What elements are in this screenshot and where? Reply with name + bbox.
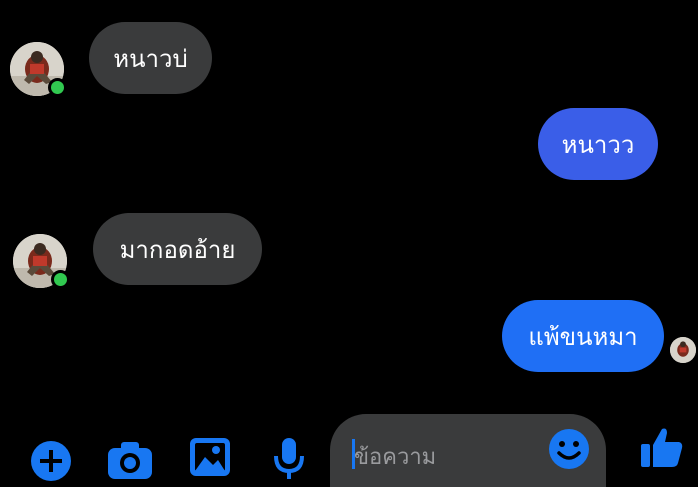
message-bubble-outgoing[interactable]: หนาวว xyxy=(538,108,658,180)
microphone-icon xyxy=(274,438,304,479)
message-input-placeholder[interactable]: ข้อความ xyxy=(354,439,436,474)
message-composer[interactable]: ข้อความ xyxy=(330,414,606,487)
online-status-indicator xyxy=(51,270,70,289)
camera-button[interactable] xyxy=(107,441,153,481)
emoji-button[interactable] xyxy=(548,428,590,470)
like-icon xyxy=(641,428,683,467)
message-bubble-incoming[interactable]: มากอดอ้าย xyxy=(93,213,262,285)
seen-receipt-avatar xyxy=(670,337,696,363)
online-status-indicator xyxy=(48,78,67,97)
message-text: แพ้ขนหมา xyxy=(528,322,638,351)
voice-button[interactable] xyxy=(272,436,306,482)
add-button[interactable] xyxy=(30,440,72,482)
message-bubble-outgoing[interactable]: แพ้ขนหมา xyxy=(502,300,664,372)
message-text: มากอดอ้าย xyxy=(119,235,236,264)
message-text: หนาวบ่ xyxy=(113,44,188,73)
like-button[interactable] xyxy=(640,425,684,469)
gallery-button[interactable] xyxy=(189,437,231,477)
add-icon xyxy=(31,441,71,481)
camera-icon xyxy=(108,442,152,479)
message-bubble-incoming[interactable]: หนาวบ่ xyxy=(89,22,212,94)
emoji-icon xyxy=(549,429,589,469)
message-text: หนาวว xyxy=(561,130,635,159)
seen-photo-icon xyxy=(670,337,696,363)
image-icon xyxy=(190,438,230,476)
